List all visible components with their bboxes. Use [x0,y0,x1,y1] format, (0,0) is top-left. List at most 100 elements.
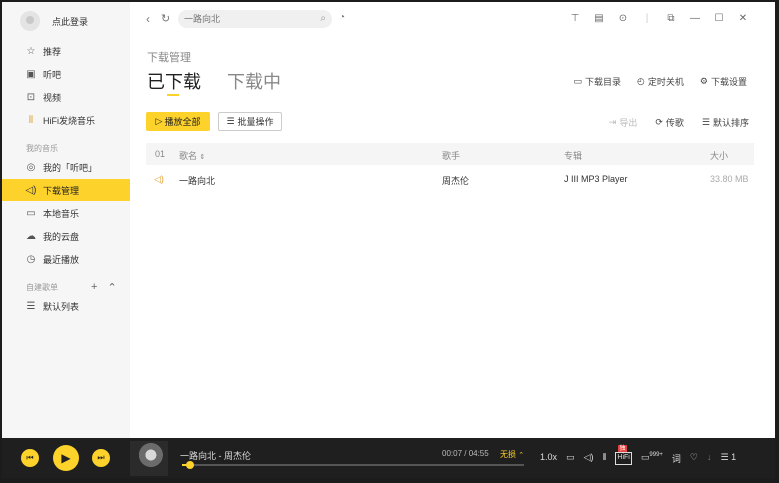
quality-selector[interactable]: 无损 ⌃ [500,449,524,460]
download-dir-label: 下载目录 [585,77,622,87]
table-row[interactable]: ◁) 一路向北 周杰伦 J III MP3 Player 33.80 MB [146,168,754,190]
col-index: 01 [155,149,166,159]
play-all-button[interactable]: ▷ 播放全部 [146,112,210,131]
divider: | [645,13,649,24]
next-button[interactable]: ⏭ [92,449,110,467]
playback-time: 00:07 / 04:55 [442,449,489,458]
col-album: 专辑 [564,151,583,161]
hifi-button[interactable]: HiFi [615,452,632,465]
tab-downloaded[interactable]: 已下载 [147,68,201,94]
player-bar: ⏮ ▶ ⏭ 一路向北 - 周杰伦 00:07 / 04:55 无损 ⌃ 独 1.… [2,438,775,478]
radio-circle-icon: ◎ [26,161,36,173]
settings-icon[interactable]: ⊙ [617,13,629,24]
message-icon[interactable]: ▤ [593,13,605,24]
export-label: 导出 [619,118,638,128]
export-button[interactable]: ⇥ 导出 [609,116,638,129]
search-icon[interactable]: ⌕ [320,13,326,24]
back-icon[interactable]: ‹ [146,12,150,26]
table-header: 01 歌名 ⇕ 歌手 专辑 大小 [146,143,754,165]
batch-icon: ☰ [226,116,235,126]
page-subtitle: 下载管理 [147,52,191,64]
monitor-icon: ▭ [26,207,36,219]
previous-icon: ⏮ [26,453,34,462]
chevron-up-icon[interactable]: ⌃ [107,281,116,294]
maximize-icon[interactable]: ☐ [713,13,725,24]
folder-icon: ▭ [573,76,583,86]
user-login[interactable]: 点此登录 [20,11,88,31]
sidebar-item-recommend[interactable]: ☆ 推荐 [2,40,130,62]
app-window: 点此登录 ☆ 推荐 ▣ 听吧 ⊡ 视频 ⦀ HiFi发烧音乐 我的音乐 ◎ 我的… [2,2,775,478]
sidebar-item-hifi[interactable]: ⦀ HiFi发烧音乐 [2,109,130,131]
sidebar-item-cloud[interactable]: ☁ 我的云盘 [2,225,130,247]
progress-knob[interactable] [186,461,195,469]
play-all-label: 播放全部 [164,117,201,127]
playlist-button[interactable]: ☰ 1 [721,452,737,465]
row-album[interactable]: J III MP3 Player [564,174,628,184]
sidebar-item-default-list[interactable]: ☰ 默认列表 [2,295,130,317]
download-actions: ▭ 下载目录 ◴ 定时关机 ⚙ 下载设置 [574,75,748,88]
download-icon[interactable]: ↓ [707,452,712,465]
download-settings-label: 下载设置 [710,77,747,87]
voice-search-icon[interactable]: ◔ [339,12,345,23]
progress-bar[interactable] [182,461,524,469]
col-song-label: 歌名 [179,151,198,161]
sort-label: 默认排序 [712,118,749,128]
refresh-icon[interactable]: ↻ [161,12,170,25]
sidebar-item-recent[interactable]: ◷ 最近播放 [2,248,130,270]
comments-button[interactable]: ▭999+ [641,452,663,465]
batch-ops-button[interactable]: ☰ 批量操作 [218,112,282,131]
topbar: ‹ ↻ ⌕ ◔ ⊤ ▤ ⊙ | ⧉ — ☐ ✕ [130,2,775,38]
login-label[interactable]: 点此登录 [52,15,88,28]
search-input[interactable] [184,14,310,24]
row-size: 33.80 MB [710,174,749,184]
volume-icon[interactable]: ◁) [584,452,594,465]
playlist-icon: ☰ [720,452,729,462]
screen-icon[interactable]: ▭ [566,452,575,465]
download-dir-button[interactable]: ▭ 下载目录 [574,75,622,88]
col-song[interactable]: 歌名 ⇕ [179,149,205,162]
minimize-icon[interactable]: — [689,13,701,24]
now-playing-title[interactable]: 一路向北 - 周杰伦 [180,449,251,462]
row-song[interactable]: 一路向北 [179,174,215,187]
avatar[interactable] [20,11,40,31]
tab-active-indicator [167,94,179,96]
sidebar-item-label: 听吧 [43,69,62,80]
sort-icon: ☰ [701,117,710,127]
sidebar-item-label: 我的云盘 [43,231,80,242]
download-settings-button[interactable]: ⚙ 下载设置 [700,75,747,88]
mini-mode-icon[interactable]: ⧉ [665,13,677,24]
sidebar-item-label: 本地音乐 [43,208,80,219]
search-box[interactable]: ⌕ [178,10,332,28]
transfer-button[interactable]: ⟳ 传歌 [655,116,684,129]
col-artist: 歌手 [442,151,461,161]
sidebar-item-label: HiFi发烧音乐 [43,115,95,126]
sidebar-item-label: 视频 [43,92,62,103]
close-icon[interactable]: ✕ [737,13,749,24]
sidebar-item-download-manager[interactable]: ◁) 下载管理 [2,179,130,201]
next-icon: ⏭ [97,453,105,462]
chevron-up-icon: ⌃ [518,452,525,459]
sidebar-item-video[interactable]: ⊡ 视频 [2,86,130,108]
heart-icon[interactable]: ♡ [690,452,698,465]
sidebar-item-label: 下载管理 [43,185,80,196]
album-cover[interactable] [130,441,168,476]
hifi-icon: ⦀ [28,114,34,126]
plus-icon[interactable]: + [91,281,97,294]
row-artist[interactable]: 周杰伦 [442,174,469,187]
skin-icon[interactable]: ⊤ [569,13,581,24]
sidebar-item-tingba[interactable]: ▣ 听吧 [2,63,130,85]
equalizer-icon[interactable]: ⦀ [602,452,606,465]
play-pause-button[interactable]: ▶ [53,445,79,471]
sidebar-item-my-tingba[interactable]: ◎ 我的「听吧」 [2,156,130,178]
previous-button[interactable]: ⏮ [21,449,39,467]
sort-button[interactable]: ☰ 默认排序 [702,116,749,129]
shutdown-timer-button[interactable]: ◴ 定时关机 [637,75,684,88]
sidebar: 点此登录 ☆ 推荐 ▣ 听吧 ⊡ 视频 ⦀ HiFi发烧音乐 我的音乐 ◎ 我的… [2,2,130,438]
tab-downloading[interactable]: 下载中 [227,68,281,94]
sidebar-item-local-music[interactable]: ▭ 本地音乐 [2,202,130,224]
play-icon: ▷ [155,116,163,126]
speed-button[interactable]: 1.0x [540,452,557,465]
sidebar-item-label: 推荐 [43,46,62,57]
player-controls-right: 1.0x ▭ ◁) ⦀ HiFi ▭999+ 词 ♡ ↓ ☰ 1 [540,452,736,465]
lyrics-button[interactable]: 词 [672,452,681,465]
